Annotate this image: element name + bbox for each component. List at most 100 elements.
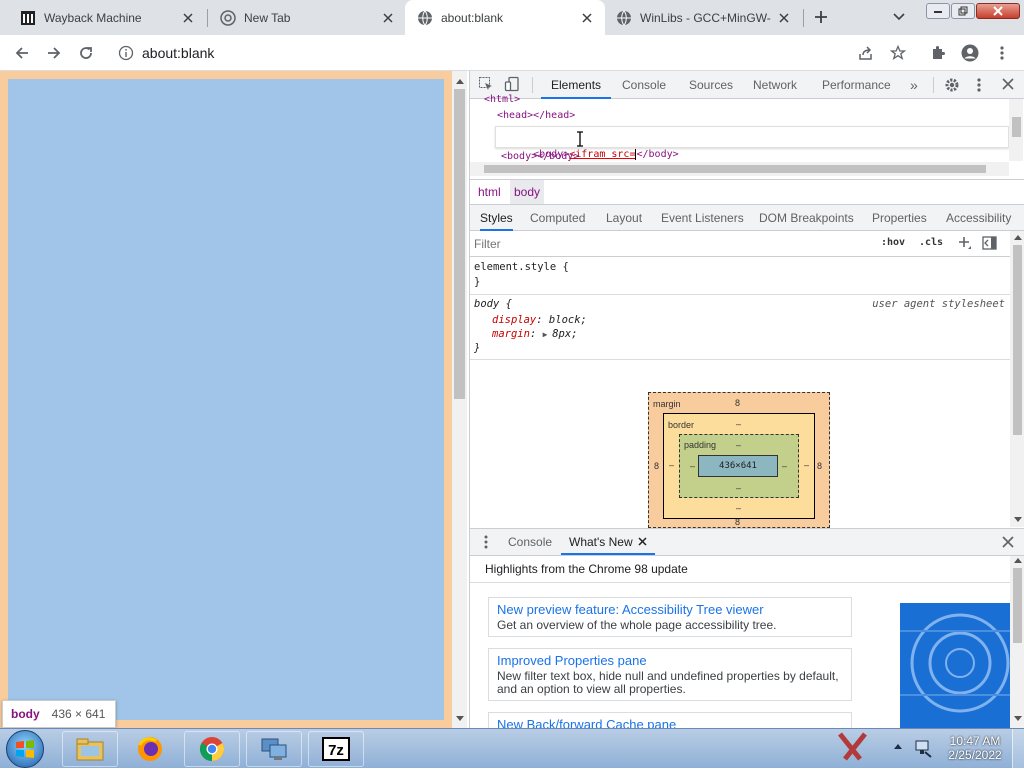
drawer-tab-whats-new[interactable]: What's New xyxy=(561,529,655,555)
padding-left-value[interactable]: – xyxy=(690,461,695,471)
taskbar-file-explorer[interactable] xyxy=(62,731,118,767)
border-left-value[interactable]: – xyxy=(669,460,674,470)
new-style-rule-button[interactable] xyxy=(958,236,972,250)
tab-performance[interactable]: Performance xyxy=(822,71,891,99)
drawer-tab-console[interactable]: Console xyxy=(508,529,552,555)
minimize-button[interactable] xyxy=(926,3,950,19)
dom-tree-scrollbar[interactable] xyxy=(1009,99,1023,161)
close-drawer-button[interactable] xyxy=(1002,536,1014,548)
start-button[interactable] xyxy=(6,730,44,768)
page-scrollbar[interactable] xyxy=(452,71,467,728)
devtools-menu-button[interactable] xyxy=(977,77,981,93)
styles-scrollbar[interactable] xyxy=(1010,231,1024,527)
breadcrumb-body[interactable]: body xyxy=(510,180,545,204)
extensions-button[interactable] xyxy=(926,41,950,65)
new-tab-button[interactable] xyxy=(810,6,832,28)
taskbar-chrome[interactable] xyxy=(184,731,240,767)
tab-computed[interactable]: Computed xyxy=(530,205,585,231)
dom-tree-hscrollbar[interactable] xyxy=(470,162,1009,176)
feature-card[interactable]: New preview feature: Accessibility Tree … xyxy=(488,597,852,637)
cls-toggle[interactable]: .cls xyxy=(919,237,943,248)
rule-declaration-margin[interactable]: margin: ▶ 8px; xyxy=(492,328,578,340)
border-right-value[interactable]: – xyxy=(804,460,809,470)
show-desktop-button[interactable] xyxy=(1012,729,1024,769)
taskbar-firefox[interactable] xyxy=(122,731,178,767)
tab-about-blank[interactable]: about:blank xyxy=(405,0,605,35)
tab-event-listeners[interactable]: Event Listeners xyxy=(661,205,744,231)
scrollbar-thumb[interactable] xyxy=(454,89,465,399)
close-window-button[interactable] xyxy=(976,3,1020,19)
padding-right-value[interactable]: – xyxy=(782,461,787,471)
menu-button[interactable] xyxy=(990,41,1014,65)
tab-winlibs[interactable]: WinLibs - GCC+MinGW- xyxy=(604,0,802,35)
padding-top-value[interactable]: – xyxy=(736,440,741,450)
border-bottom-value[interactable]: – xyxy=(736,503,741,513)
dom-node-body-edit-row[interactable]: <body><ifram src=</body> xyxy=(497,128,679,160)
clock[interactable]: 10:47 AM 2/25/2022 xyxy=(940,734,1010,762)
close-tab-icon[interactable] xyxy=(774,8,794,28)
show-hidden-icons-button[interactable] xyxy=(893,742,903,750)
toggle-sidebar-button[interactable] xyxy=(982,236,998,250)
box-model-content[interactable]: 436×641 xyxy=(698,455,778,477)
tab-layout[interactable]: Layout xyxy=(606,205,642,231)
feature-title[interactable]: New preview feature: Accessibility Tree … xyxy=(497,602,843,617)
tab-accessibility[interactable]: Accessibility xyxy=(946,205,1011,231)
styles-filter-input[interactable] xyxy=(474,234,864,254)
margin-left-value[interactable]: 8 xyxy=(654,461,659,471)
taskbar-7zip[interactable]: 7z xyxy=(308,731,364,767)
border-top-value[interactable]: – xyxy=(736,419,741,429)
element-style-selector[interactable]: element.style { xyxy=(474,261,569,273)
info-icon[interactable] xyxy=(118,45,134,61)
tab-new-tab[interactable]: New Tab xyxy=(208,0,406,35)
tab-elements[interactable]: Elements xyxy=(541,71,612,99)
device-toolbar-button[interactable] xyxy=(504,76,520,92)
box-model-margin[interactable]: margin 8 8 8 8 border – – – – padding – … xyxy=(648,392,830,528)
close-icon[interactable] xyxy=(638,537,647,546)
feature-title[interactable]: Improved Properties pane xyxy=(497,653,843,668)
share-button[interactable] xyxy=(854,41,878,65)
margin-right-value[interactable]: 8 xyxy=(817,461,822,471)
body-rule-selector[interactable]: body { xyxy=(474,298,512,310)
tab-search-button[interactable] xyxy=(888,6,910,28)
reload-button[interactable] xyxy=(74,41,98,65)
tab-sources[interactable]: Sources xyxy=(689,71,733,99)
scrollbar-thumb[interactable] xyxy=(1012,117,1021,137)
rule-declaration-display[interactable]: display: block; xyxy=(492,314,587,326)
tab-wayback-machine[interactable]: Wayback Machine xyxy=(8,0,206,35)
drawer-scrollbar[interactable] xyxy=(1010,556,1024,728)
tab-properties[interactable]: Properties xyxy=(872,205,927,231)
network-status-icon[interactable] xyxy=(913,738,933,758)
tab-styles[interactable]: Styles xyxy=(480,205,513,231)
tab-network[interactable]: Network xyxy=(753,71,797,99)
drawer-menu-button[interactable] xyxy=(484,535,488,549)
page-body-highlight[interactable] xyxy=(8,79,444,720)
settings-button[interactable] xyxy=(944,77,960,93)
more-tabs-button[interactable]: » xyxy=(910,71,918,99)
hscrollbar-thumb[interactable] xyxy=(484,165,986,173)
scrollbar-thumb[interactable] xyxy=(1013,568,1022,643)
forward-button[interactable] xyxy=(42,41,66,65)
expand-triangle-icon[interactable]: ▶ xyxy=(543,330,553,339)
tab-dom-breakpoints[interactable]: DOM Breakpoints xyxy=(759,205,854,231)
box-model-padding[interactable]: padding – – – – 436×641 xyxy=(679,434,799,498)
page-viewport[interactable] xyxy=(0,71,455,728)
feature-card[interactable]: Improved Properties pane New filter text… xyxy=(488,648,852,701)
dom-node-head[interactable]: <head></head> xyxy=(497,107,575,125)
breadcrumb-html[interactable]: html xyxy=(474,180,505,204)
padding-bottom-value[interactable]: – xyxy=(736,483,741,493)
close-tab-icon[interactable] xyxy=(577,8,597,28)
close-devtools-button[interactable] xyxy=(1002,78,1014,90)
profile-button[interactable] xyxy=(958,41,982,65)
scrollbar-thumb[interactable] xyxy=(1013,245,1022,435)
hov-toggle[interactable]: :hov xyxy=(881,237,905,248)
taskbar-remote-desktop[interactable] xyxy=(246,731,302,767)
close-tab-icon[interactable] xyxy=(378,8,398,28)
close-tab-icon[interactable] xyxy=(178,8,198,28)
address-bar[interactable]: about:blank xyxy=(110,39,850,67)
inspect-element-button[interactable] xyxy=(478,76,494,92)
dom-tree[interactable]: <html> <head></head> <body><ifram src=</… xyxy=(470,94,1024,179)
box-model-border[interactable]: border – – – – padding – – – – 436×641 xyxy=(663,413,815,519)
tab-console[interactable]: Console xyxy=(622,71,666,99)
margin-top-value[interactable]: 8 xyxy=(735,398,740,408)
restore-button[interactable] xyxy=(951,3,975,19)
